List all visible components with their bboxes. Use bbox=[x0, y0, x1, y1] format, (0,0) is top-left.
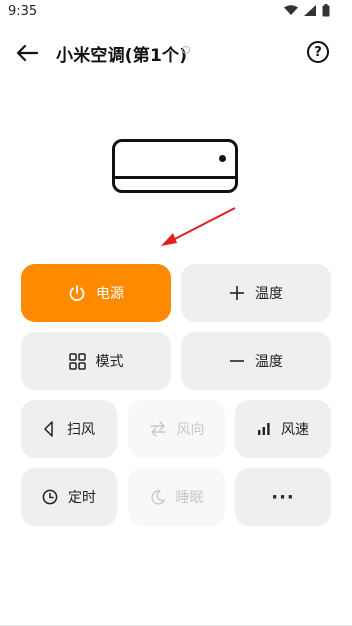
direction-label: 风向 bbox=[176, 422, 205, 438]
swing-label: 扫风 bbox=[67, 422, 95, 438]
more-options-icon: ··· bbox=[271, 486, 295, 508]
plus-icon bbox=[229, 285, 245, 301]
temperature-down-label: 温度 bbox=[255, 354, 283, 370]
swing-icon bbox=[43, 421, 57, 437]
signal-bars-icon bbox=[257, 422, 271, 436]
power-button[interactable]: 电源 bbox=[21, 264, 171, 322]
sleep-label: 睡眠 bbox=[175, 490, 204, 506]
swing-button[interactable]: 扫风 bbox=[21, 400, 117, 458]
timer-button[interactable]: 定时 bbox=[21, 468, 117, 526]
wifi-icon bbox=[284, 5, 298, 16]
mode-button[interactable]: 模式 bbox=[21, 332, 171, 390]
mode-label: 模式 bbox=[95, 354, 124, 370]
help-button[interactable]: ? bbox=[307, 41, 329, 63]
cell-signal-icon bbox=[304, 5, 316, 16]
temperature-up-button[interactable]: 温度 bbox=[181, 264, 331, 322]
temperature-down-button[interactable]: 温度 bbox=[181, 332, 331, 390]
red-arrow-annotation bbox=[161, 207, 236, 246]
temperature-up-label: 温度 bbox=[255, 286, 283, 302]
moon-icon bbox=[150, 489, 166, 505]
status-time: 9:35 bbox=[8, 4, 38, 19]
title-indicator-icon bbox=[182, 46, 190, 54]
page-title: 小米空调(第1个) bbox=[56, 46, 188, 66]
timer-label: 定时 bbox=[68, 490, 96, 506]
ac-vent-line bbox=[112, 176, 238, 179]
power-label: 电源 bbox=[96, 286, 124, 302]
back-button[interactable] bbox=[14, 40, 40, 66]
direction-arrows-icon bbox=[149, 421, 167, 437]
ac-unit-illustration bbox=[112, 139, 238, 193]
fan-speed-button[interactable]: 风速 bbox=[235, 400, 331, 458]
clock-icon bbox=[42, 489, 58, 505]
battery-icon bbox=[322, 4, 330, 17]
power-icon bbox=[68, 284, 86, 302]
direction-button[interactable]: 风向 bbox=[128, 400, 225, 458]
more-options-button[interactable]: ··· bbox=[235, 468, 331, 526]
fan-speed-label: 风速 bbox=[281, 422, 309, 438]
minus-icon bbox=[229, 353, 245, 369]
sleep-button[interactable]: 睡眠 bbox=[128, 468, 225, 526]
help-label: ? bbox=[314, 44, 322, 60]
ac-indicator-led bbox=[219, 155, 226, 162]
arrow-left-icon bbox=[16, 44, 38, 62]
status-icons bbox=[284, 4, 330, 17]
grid-icon bbox=[68, 352, 86, 370]
